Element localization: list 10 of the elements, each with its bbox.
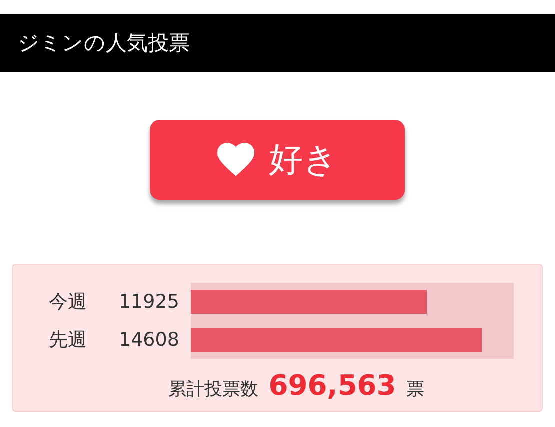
week-label: 今週 (49, 290, 88, 315)
vote-count: 14608 (119, 329, 180, 351)
total-value: 696,563 (268, 369, 396, 402)
total-label: 累計投票数 (168, 378, 259, 401)
page-title: ジミンの人気投票 (18, 30, 190, 57)
heart-icon (217, 143, 255, 177)
total-unit: 票 (406, 378, 424, 401)
like-button[interactable]: 好き (150, 120, 405, 200)
week-label: 先週 (49, 328, 88, 353)
vote-count: 11925 (119, 291, 180, 313)
